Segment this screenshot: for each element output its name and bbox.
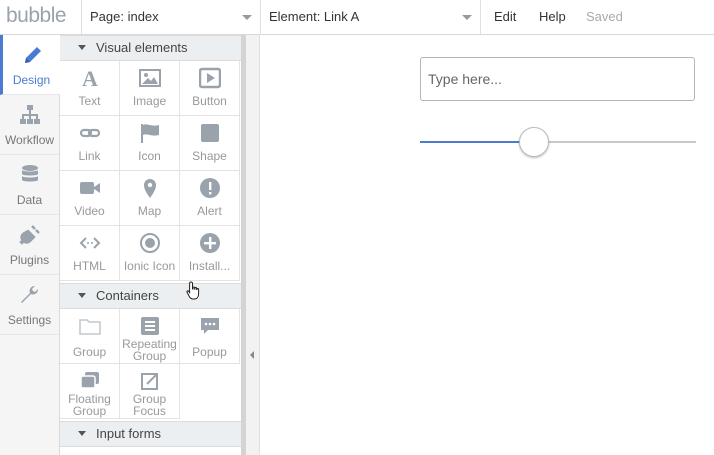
wrench-icon: [21, 285, 39, 303]
save-status: Saved: [586, 9, 623, 24]
section-title: Visual elements: [96, 40, 188, 55]
flag-icon: [141, 124, 159, 143]
nav-label: Workflow: [4, 133, 55, 147]
nav-data[interactable]: Data: [0, 155, 59, 215]
caret-down-icon: [78, 431, 86, 436]
section-title: Input forms: [96, 426, 162, 441]
palette-video[interactable]: Video: [60, 171, 120, 226]
section-containers[interactable]: Containers: [60, 283, 241, 309]
palette-floating-group[interactable]: Floating Group: [60, 364, 120, 419]
palette-text[interactable]: A Text: [60, 61, 120, 116]
palette-link[interactable]: Link: [60, 116, 120, 171]
palette-label: Text: [78, 94, 101, 108]
top-bar: bubble Page: index Element: Link A Edit …: [0, 0, 714, 35]
palette-group[interactable]: Group: [60, 309, 120, 364]
palette-alert[interactable]: Alert: [180, 171, 240, 226]
nav-label: Settings: [7, 313, 52, 327]
palette-label: Button: [192, 94, 227, 108]
slider-element[interactable]: [420, 127, 696, 157]
section-visual-elements[interactable]: Visual elements: [60, 35, 241, 61]
video-icon: [80, 182, 100, 194]
palette-label: Install...: [188, 259, 231, 273]
caret-down-icon: [78, 45, 86, 50]
link-icon: [79, 128, 101, 138]
palette-label-multiline: Group Focus: [132, 392, 167, 418]
slider-fill: [420, 141, 533, 143]
nav-label: Data: [16, 193, 43, 207]
palette-html[interactable]: HTML: [60, 226, 120, 281]
folder-icon: [79, 319, 101, 335]
page-selector[interactable]: Page: index: [81, 0, 260, 34]
palette-label: HTML: [73, 259, 106, 273]
top-menu: Edit Help Saved: [480, 0, 714, 34]
palette-label: Icon: [138, 149, 161, 163]
element-palette: Visual elements A Text Image Button Link…: [60, 35, 241, 455]
plug-icon: [19, 225, 40, 245]
focus-icon: [141, 373, 158, 390]
palette-label: Group: [72, 345, 107, 359]
palette-label: Image: [132, 94, 167, 108]
popup-icon: [201, 318, 219, 334]
edit-menu[interactable]: Edit: [494, 9, 516, 24]
nav-label: Design: [12, 73, 51, 87]
element-selector[interactable]: Element: Link A: [260, 0, 480, 34]
sitemap-icon: [20, 105, 40, 124]
section-title: Containers: [96, 288, 159, 303]
chevron-down-icon: [462, 15, 472, 20]
chevron-down-icon: [242, 15, 252, 20]
palette-label: Map: [137, 204, 162, 218]
palette-popup[interactable]: Popup: [180, 309, 240, 364]
text-icon: A: [82, 67, 98, 89]
shape-icon: [201, 124, 219, 142]
palette-icon[interactable]: Icon: [120, 116, 180, 171]
slider-thumb[interactable]: [519, 127, 549, 157]
palette-label-multiline: Repeating Group: [122, 337, 177, 363]
alert-icon: [200, 178, 220, 198]
palette-ionic-icon[interactable]: Ionic Icon: [120, 226, 180, 281]
bubble-logo[interactable]: bubble: [6, 4, 67, 28]
text-input[interactable]: [426, 58, 685, 100]
pencil-icon: [25, 47, 41, 63]
code-icon: [79, 237, 101, 249]
nav-label: Plugins: [9, 253, 50, 267]
panel-collapse-handle[interactable]: [246, 35, 260, 455]
palette-label: Ionic Icon: [123, 259, 176, 273]
palette-repeating-group[interactable]: Repeating Group: [120, 309, 180, 364]
floating-icon: [80, 372, 99, 389]
map-marker-icon: [144, 179, 156, 198]
section-input-forms[interactable]: Input forms: [60, 421, 241, 447]
palette-install[interactable]: Install...: [180, 226, 240, 281]
palette-image[interactable]: Image: [120, 61, 180, 116]
palette-group-focus[interactable]: Group Focus: [120, 364, 180, 419]
image-icon: [139, 69, 161, 87]
page-selector-label: Page: index: [90, 9, 159, 24]
text-input-element[interactable]: [420, 57, 695, 101]
list-icon: [141, 317, 159, 335]
nav-settings[interactable]: Settings: [0, 275, 59, 335]
palette-label: Shape: [192, 149, 227, 163]
nav-plugins[interactable]: Plugins: [0, 215, 59, 275]
ionic-icon: [140, 233, 160, 253]
plus-circle-icon: [200, 233, 220, 253]
palette-button[interactable]: Button: [180, 61, 240, 116]
palette-label: Popup: [192, 345, 227, 359]
nav-design[interactable]: Design: [0, 35, 60, 95]
palette-label: Alert: [197, 204, 222, 218]
palette-shape[interactable]: Shape: [180, 116, 240, 171]
collapse-arrow-icon[interactable]: [250, 351, 254, 359]
hand-cursor-icon: [186, 281, 200, 300]
palette-map[interactable]: Map: [120, 171, 180, 226]
help-menu[interactable]: Help: [539, 9, 566, 24]
palette-label-multiline: Floating Group: [68, 392, 111, 418]
button-icon: [199, 67, 221, 89]
palette-label: Link: [78, 149, 101, 163]
left-nav: Design Workflow Data Plugins Settings: [0, 35, 60, 455]
svg-text:A: A: [82, 67, 98, 89]
nav-workflow[interactable]: Workflow: [0, 95, 59, 155]
caret-down-icon: [78, 293, 86, 298]
element-selector-label: Element: Link A: [269, 9, 360, 24]
database-icon: [22, 165, 38, 182]
palette-label: Video: [74, 204, 105, 218]
